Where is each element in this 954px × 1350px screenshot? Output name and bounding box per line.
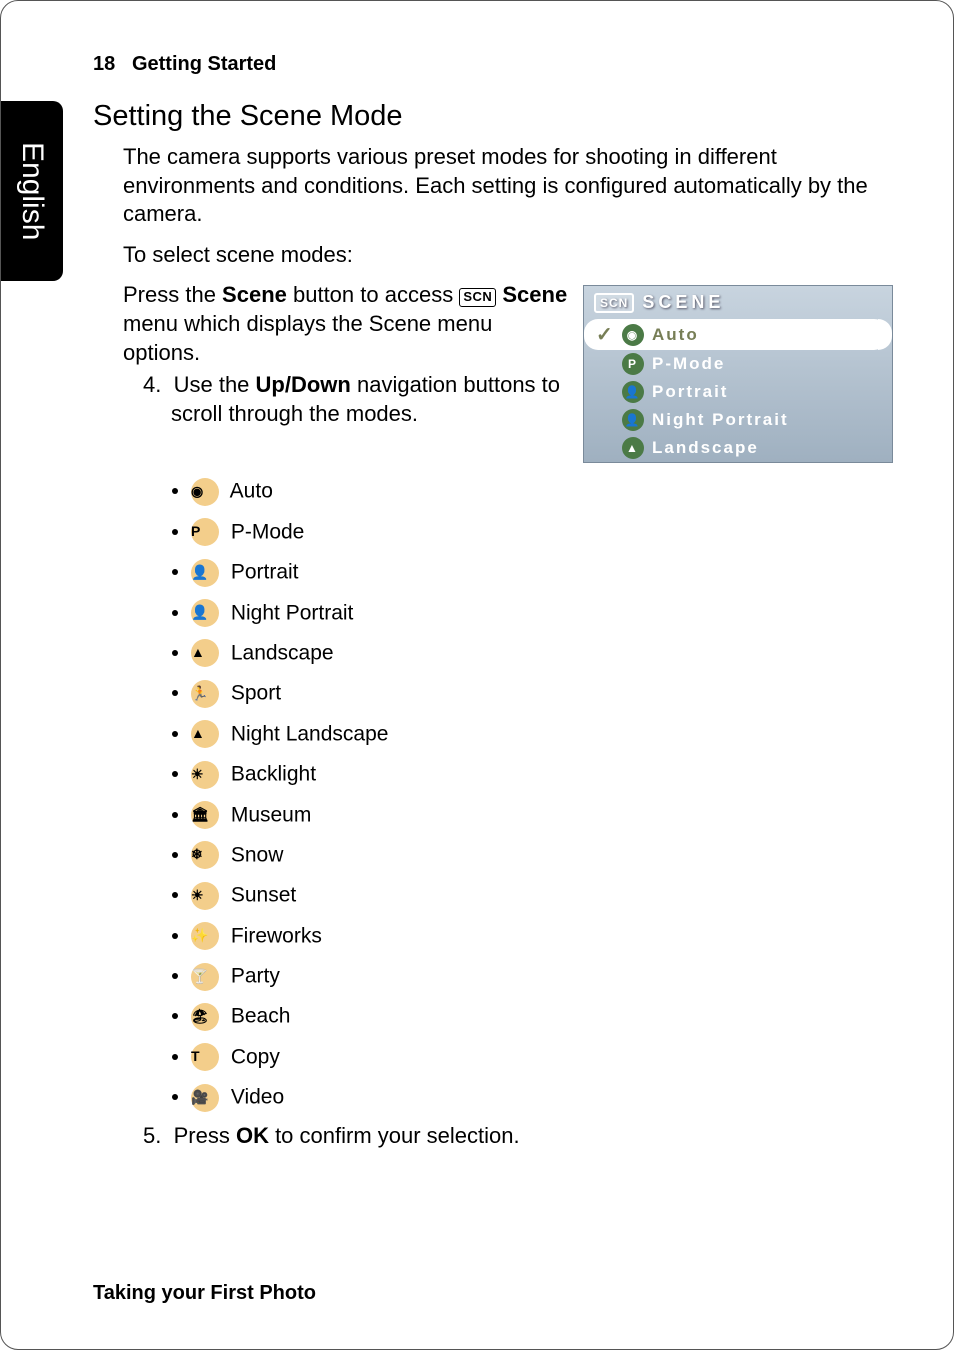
mode-label: Beach <box>225 1005 290 1028</box>
mode-item: 👤 Portrait <box>191 552 893 592</box>
scene-menu-item[interactable]: ✓ ◉ Auto <box>584 319 888 350</box>
page-header: 18 Getting Started <box>93 53 893 76</box>
scn-inline-icon: SCN <box>459 288 496 307</box>
scene-menu-item-icon: 👤 <box>622 381 644 403</box>
mode-item: ☀ Backlight <box>191 754 893 794</box>
scene-menu-item-label: Auto <box>652 325 699 345</box>
language-label: English <box>15 142 49 240</box>
mode-item: 🏖 Beach <box>191 996 893 1036</box>
mode-item: 🍸 Party <box>191 956 893 996</box>
mode-item: ☀ Sunset <box>191 875 893 915</box>
mode-label: Copy <box>225 1045 280 1068</box>
step-5: 5. Press OK to confirm your selection. <box>151 1122 893 1151</box>
scene-menu-item[interactable]: P P-Mode <box>584 350 892 378</box>
scene-menu-item[interactable]: ▲ Landscape <box>584 434 892 462</box>
mode-label: Party <box>225 965 280 988</box>
page-frame: English 18 Getting Started Setting the S… <box>0 0 954 1350</box>
press-instruction: Press the Scene button to access SCN Sce… <box>123 281 573 367</box>
backlight-icon: ☀ <box>191 761 219 789</box>
mode-item: T Copy <box>191 1037 893 1077</box>
mode-item: P P-Mode <box>191 512 893 552</box>
mode-item: 🏛 Museum <box>191 795 893 835</box>
mode-label: Museum <box>225 803 311 826</box>
intro-paragraph: The camera supports various preset modes… <box>123 143 893 229</box>
chapter-title: Getting Started <box>132 53 276 75</box>
mode-list: ◉ AutoP P-Mode👤 Portrait👤 Night Portrait… <box>123 471 893 1117</box>
copy-icon: T <box>191 1043 219 1071</box>
content-block: The camera supports various preset modes… <box>93 143 893 1150</box>
mode-item: ✨ Fireworks <box>191 916 893 956</box>
fireworks-icon: ✨ <box>191 922 219 950</box>
scene-menu-screenshot: SCN SCENE ✓ ◉ Auto P P-Mode 👤 Portrait 👤 Night P… <box>583 285 893 463</box>
scene-menu-item-icon: ▲ <box>622 437 644 459</box>
mode-item: ▲ Landscape <box>191 633 893 673</box>
mode-label: Sport <box>225 682 281 705</box>
scene-menu-item-icon: P <box>622 353 644 375</box>
mode-label: Landscape <box>225 641 334 664</box>
scene-menu-item-icon: ◉ <box>622 324 644 346</box>
landscape-icon: ▲ <box>191 639 219 667</box>
scene-menu-item-label: Portrait <box>652 382 728 402</box>
scene-menu-item-label: Landscape <box>652 438 759 458</box>
mode-label: Night Landscape <box>225 722 388 745</box>
mode-label: Sunset <box>225 884 296 907</box>
scene-menu-item[interactable]: 👤 Night Portrait <box>584 406 892 434</box>
section-title: Setting the Scene Mode <box>93 100 893 133</box>
footer-text: Taking your First Photo <box>93 1282 316 1305</box>
mode-label: P-Mode <box>225 520 304 543</box>
scene-menu-item-label: Night Portrait <box>652 410 789 430</box>
sport-icon: 🏃 <box>191 680 219 708</box>
scene-menu-title-row: SCN SCENE <box>584 286 892 319</box>
mode-item: 👤 Night Portrait <box>191 593 893 633</box>
mode-item: 🎥 Video <box>191 1077 893 1117</box>
video-icon: 🎥 <box>191 1084 219 1112</box>
beach-icon: 🏖 <box>191 1003 219 1031</box>
mode-label: Auto <box>225 480 273 503</box>
check-icon: ✓ <box>596 322 614 347</box>
night-landscape-icon: ▲ <box>191 720 219 748</box>
mode-label: Fireworks <box>225 924 322 947</box>
pmode-icon: P <box>191 518 219 546</box>
snow-icon: ❄ <box>191 841 219 869</box>
scene-menu-item-label: P-Mode <box>652 354 725 374</box>
night-portrait-icon: 👤 <box>191 599 219 627</box>
mode-label: Portrait <box>225 561 299 584</box>
scene-menu-item-icon: 👤 <box>622 409 644 431</box>
page-number: 18 <box>93 53 115 75</box>
museum-icon: 🏛 <box>191 801 219 829</box>
language-tab: English <box>1 101 63 281</box>
mode-label: Snow <box>225 843 283 866</box>
mode-label: Backlight <box>225 763 316 786</box>
scene-menu-title: SCENE <box>642 292 724 313</box>
auto-icon: ◉ <box>191 478 219 506</box>
mode-item: ❄ Snow <box>191 835 893 875</box>
mode-label: Night Portrait <box>225 601 353 624</box>
party-icon: 🍸 <box>191 963 219 991</box>
step-4: 4. Use the Up/Down navigation buttons to… <box>151 371 573 428</box>
mode-item: 🏃 Sport <box>191 673 893 713</box>
scene-menu-item[interactable]: 👤 Portrait <box>584 378 892 406</box>
mode-label: Video <box>225 1086 284 1109</box>
mode-item: ▲ Night Landscape <box>191 714 893 754</box>
sunset-icon: ☀ <box>191 882 219 910</box>
select-paragraph: To select scene modes: <box>123 241 893 270</box>
portrait-icon: 👤 <box>191 559 219 587</box>
mode-item: ◉ Auto <box>191 471 893 511</box>
scene-menu-badge: SCN <box>594 293 634 313</box>
